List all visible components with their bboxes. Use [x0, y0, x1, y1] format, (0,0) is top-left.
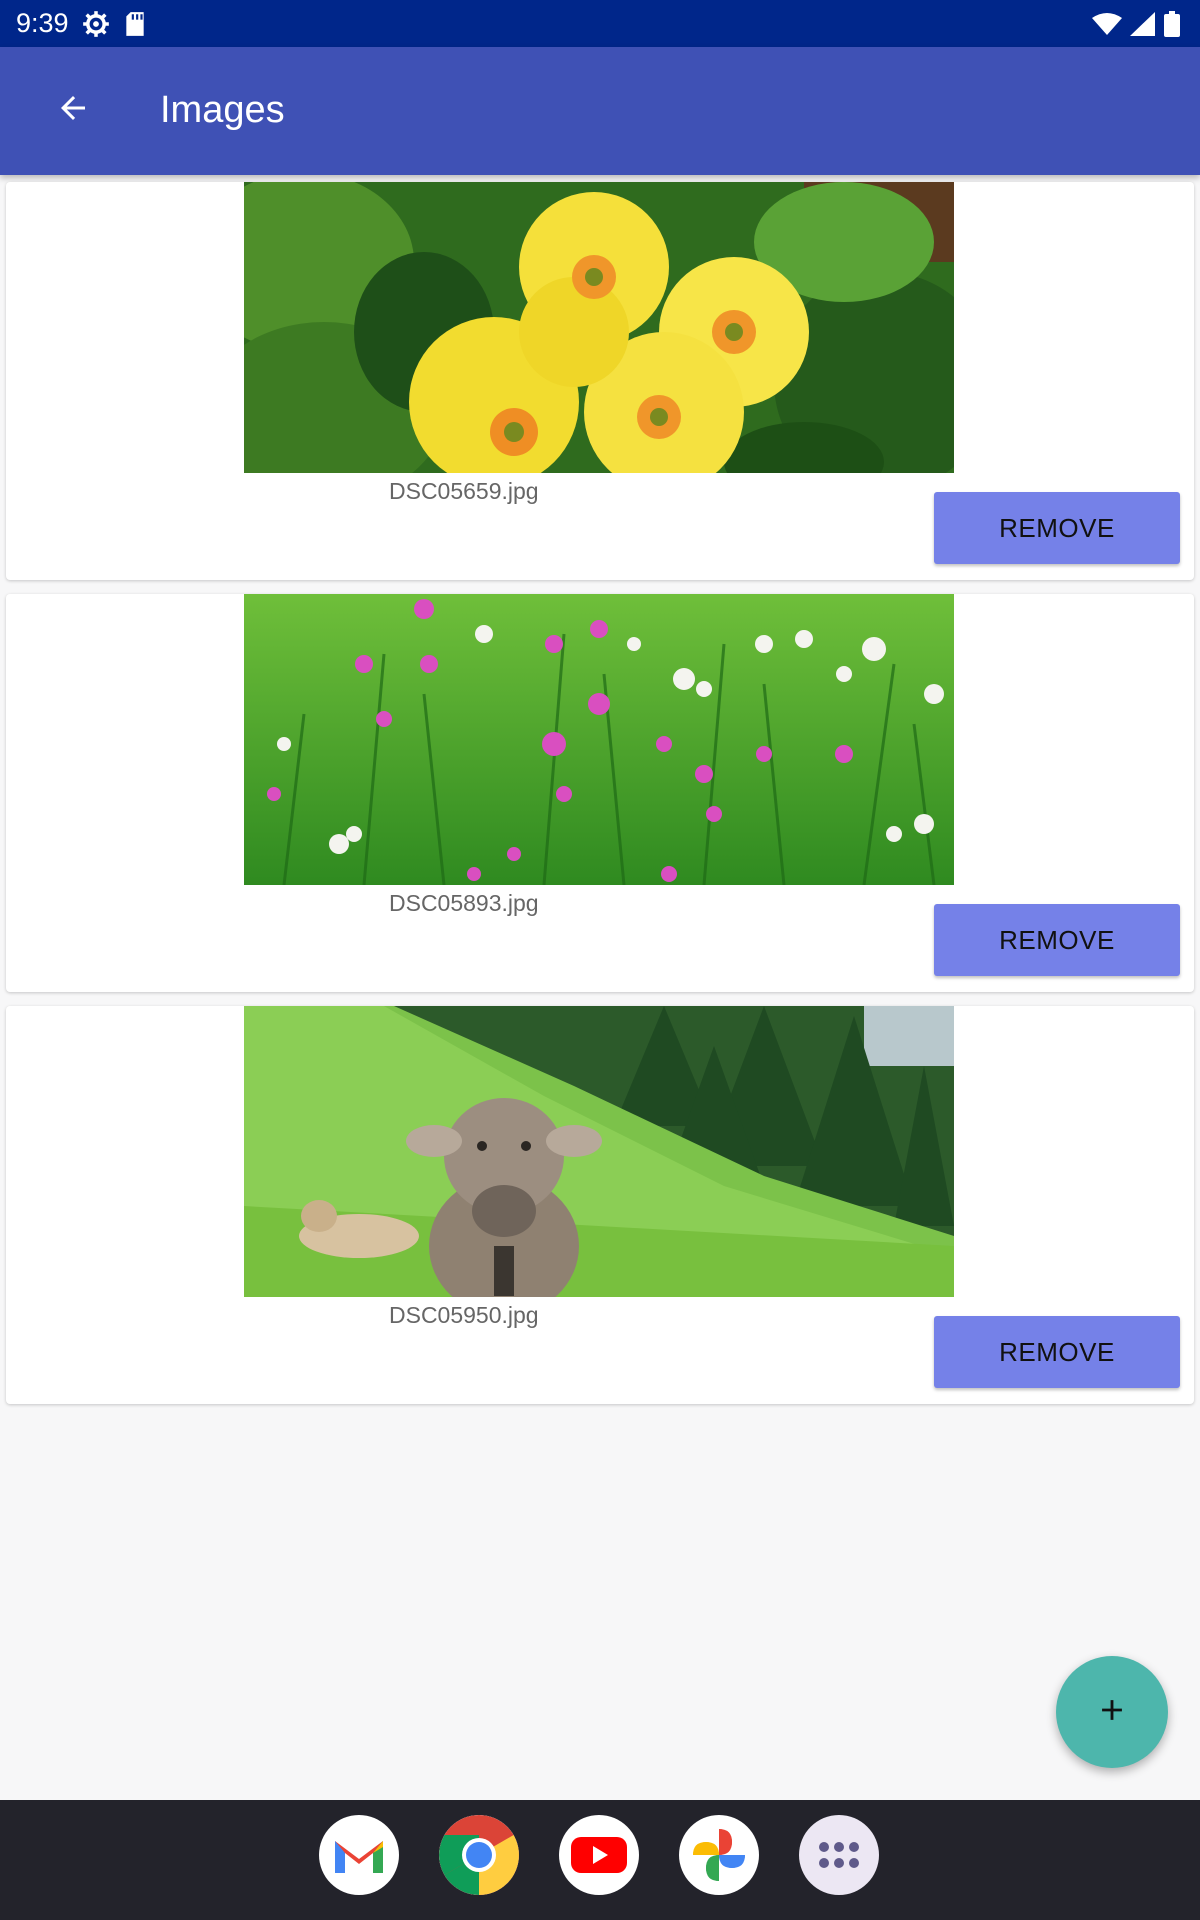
meadow-wildflowers-photo — [244, 594, 954, 885]
cow-on-hillside-photo — [244, 1006, 954, 1297]
arrow-back-icon — [55, 90, 91, 131]
image-card: DSC05659.jpg REMOVE — [6, 182, 1194, 580]
plus-icon — [1095, 1693, 1129, 1732]
image-filename: DSC05893.jpg — [389, 890, 539, 916]
wifi-icon — [1092, 12, 1122, 41]
back-button[interactable] — [38, 75, 108, 145]
settings-gear-icon — [82, 10, 110, 43]
remove-button[interactable]: REMOVE — [934, 492, 1180, 564]
photos-icon[interactable] — [679, 1815, 759, 1895]
status-bar: 9:39 — [0, 0, 1200, 47]
remove-button[interactable]: REMOVE — [934, 1316, 1180, 1388]
image-list: DSC05659.jpg REMOVE DSC05893.jpg REMOVE … — [6, 182, 1194, 1418]
gmail-icon[interactable] — [319, 1815, 399, 1895]
add-image-fab[interactable] — [1056, 1656, 1168, 1768]
chrome-icon[interactable] — [439, 1815, 519, 1895]
taskbar — [0, 1800, 1200, 1920]
image-filename: DSC05950.jpg — [389, 1302, 539, 1328]
image-card: DSC05893.jpg REMOVE — [6, 594, 1194, 992]
sd-card-icon — [124, 11, 146, 42]
remove-button[interactable]: REMOVE — [934, 904, 1180, 976]
youtube-icon[interactable] — [559, 1815, 639, 1895]
yellow-primrose-photo — [244, 182, 954, 473]
status-time: 9:39 — [16, 8, 69, 38]
image-filename: DSC05659.jpg — [389, 478, 539, 504]
cell-signal-icon — [1130, 12, 1156, 41]
image-card: DSC05950.jpg REMOVE — [6, 1006, 1194, 1404]
app-drawer-icon[interactable] — [799, 1815, 879, 1895]
battery-icon — [1164, 11, 1180, 42]
app-bar: Images — [0, 47, 1200, 175]
page-title: Images — [160, 89, 285, 131]
